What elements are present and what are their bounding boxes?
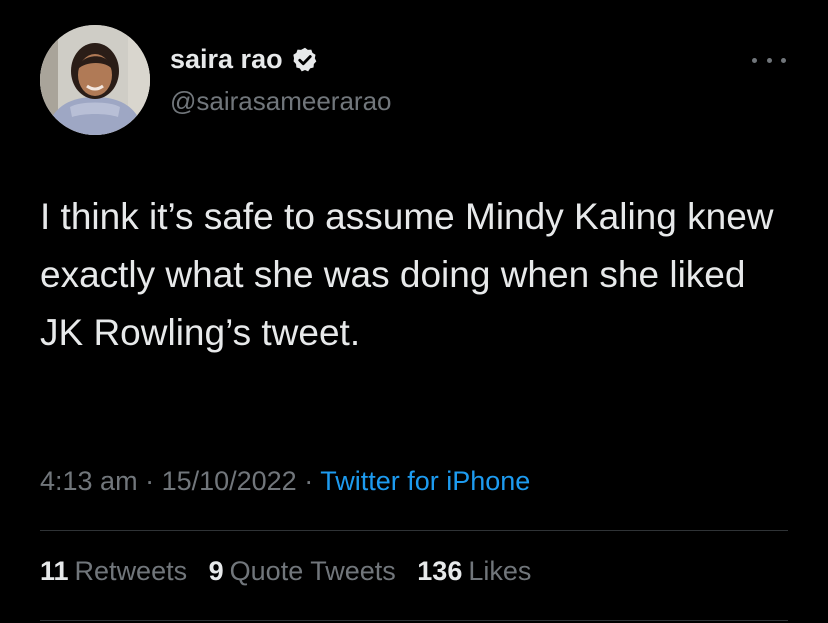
quote-tweets-count: 9	[208, 556, 224, 586]
tweet-time[interactable]: 4:13 am	[40, 466, 138, 496]
author-name-text[interactable]: saira rao	[170, 44, 283, 75]
author-handle[interactable]: @sairasameerarao	[170, 86, 391, 117]
retweets-label: Retweets	[74, 556, 188, 586]
likes-count: 136	[417, 556, 463, 586]
author-name[interactable]: saira rao	[170, 44, 319, 75]
tweet-detail: saira rao @sairasameerarao I think it’s …	[0, 0, 828, 623]
more-options-icon[interactable]	[752, 50, 786, 70]
avatar[interactable]	[40, 25, 150, 135]
retweets-count: 11	[40, 556, 69, 586]
quote-tweets-stat[interactable]: 9 Quote Tweets	[209, 556, 396, 586]
likes-stat[interactable]: 136 Likes	[417, 556, 531, 586]
divider	[40, 620, 788, 621]
meta-separator: ·	[296, 466, 321, 496]
likes-label: Likes	[468, 556, 532, 586]
tweet-meta: 4:13 am · 15/10/2022 · Twitter for iPhon…	[40, 466, 530, 497]
verified-badge-icon	[291, 46, 319, 74]
meta-separator: ·	[137, 466, 162, 496]
retweets-stat[interactable]: 11 Retweets	[40, 556, 187, 586]
divider	[40, 530, 788, 531]
tweet-source-link[interactable]: Twitter for iPhone	[320, 466, 530, 496]
tweet-text: I think it’s safe to assume Mindy Kaling…	[40, 196, 784, 353]
tweet-stats: 11 Retweets 9 Quote Tweets 136 Likes	[40, 556, 545, 587]
tweet-date[interactable]: 15/10/2022	[162, 466, 297, 496]
quote-tweets-label: Quote Tweets	[229, 556, 396, 586]
